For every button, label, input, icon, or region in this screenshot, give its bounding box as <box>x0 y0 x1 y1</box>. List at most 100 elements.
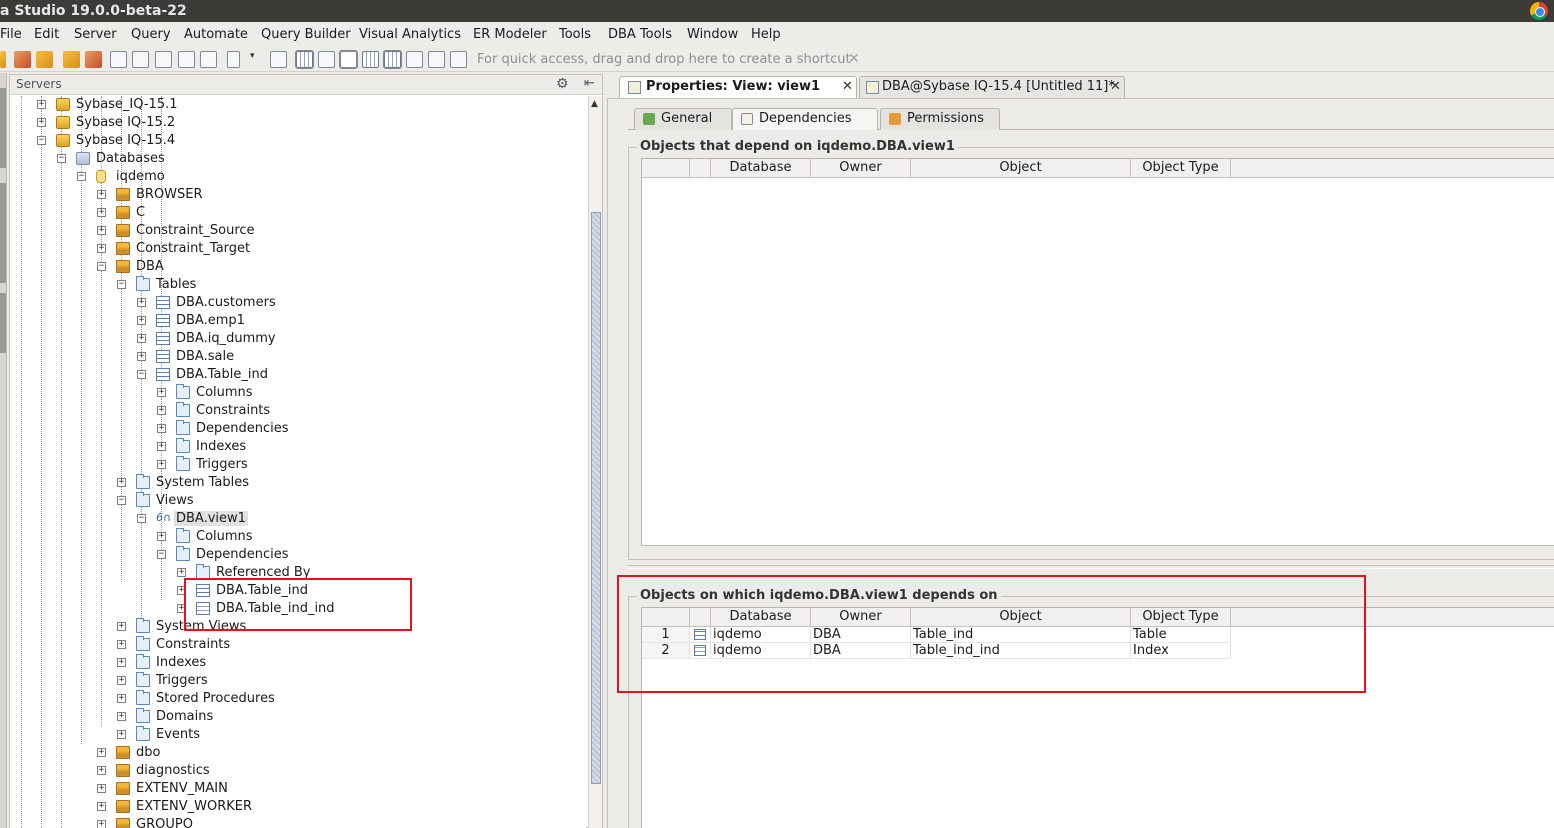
expand-icon[interactable]: + <box>137 298 146 307</box>
expand-icon[interactable]: + <box>97 226 106 235</box>
tree-node[interactable]: − Tables <box>117 276 570 295</box>
tab-permissions[interactable]: Permissions <box>880 108 1000 130</box>
tree-node[interactable]: − iqdemo <box>77 169 570 187</box>
depends-on-grid[interactable]: Database Owner Object Object Type 1 iqde… <box>641 607 1554 828</box>
expand-icon[interactable]: + <box>97 748 106 757</box>
table-view-icon[interactable] <box>362 51 379 68</box>
expand-icon[interactable]: + <box>117 658 126 667</box>
expand-icon[interactable]: + <box>117 712 126 721</box>
expand-icon[interactable]: + <box>97 766 106 775</box>
tab-general[interactable]: General <box>634 108 732 130</box>
expand-icon[interactable]: + <box>97 208 106 217</box>
tree-node[interactable]: − Sybase IQ-15.4 <box>37 133 570 151</box>
files-dock-tab[interactable] <box>0 293 6 353</box>
expand-icon[interactable]: + <box>117 694 126 703</box>
menu-dba-tools[interactable]: DBA Tools <box>608 27 672 42</box>
run-icon[interactable] <box>63 51 80 68</box>
tree-node[interactable]: + Constraint_Target <box>97 241 570 259</box>
tab-properties-view1[interactable]: Properties: View: view1 ✕ <box>619 76 857 98</box>
menu-edit[interactable]: Edit <box>34 27 59 42</box>
expand-icon[interactable]: + <box>157 406 166 415</box>
tree-node[interactable]: − Views <box>117 492 570 511</box>
document-icon[interactable] <box>227 51 240 68</box>
expand-icon[interactable]: + <box>97 820 106 828</box>
expand-icon[interactable]: + <box>177 568 186 577</box>
table-row[interactable]: 2 iqdemo DBA Table_ind_ind Index <box>642 643 1232 659</box>
expand-icon[interactable]: + <box>137 334 146 343</box>
menu-tools[interactable]: Tools <box>559 27 591 42</box>
menu-er-modeler[interactable]: ER Modeler <box>473 27 547 42</box>
replace-icon[interactable] <box>178 51 195 68</box>
menu-window[interactable]: Window <box>687 27 738 42</box>
column-owner[interactable]: Owner <box>811 159 911 178</box>
tree-node[interactable]: + DBA.sale <box>137 349 570 367</box>
menu-help[interactable]: Help <box>751 27 781 42</box>
menu-file[interactable]: File <box>0 27 22 42</box>
collapse-icon[interactable]: − <box>57 154 66 163</box>
expand-icon[interactable]: + <box>97 190 106 199</box>
quick-access-bar[interactable]: For quick access, drag and drop here to … <box>477 52 851 67</box>
dependents-grid[interactable]: Database Owner Object Object Type <box>641 158 1554 546</box>
tree-node[interactable]: + dbo <box>97 745 570 763</box>
tree-node[interactable]: + Triggers <box>157 456 570 475</box>
expand-icon[interactable]: + <box>157 532 166 541</box>
quick-access-close-icon[interactable]: ✕ <box>848 51 860 67</box>
tree-node[interactable]: + Sybase IQ-15.2 <box>37 115 570 133</box>
collapse-icon[interactable]: − <box>97 262 106 271</box>
expand-icon[interactable]: + <box>177 604 186 613</box>
tree-node[interactable]: − DBA <box>97 259 570 277</box>
expand-icon[interactable]: + <box>157 424 166 433</box>
expand-icon[interactable]: + <box>157 388 166 397</box>
menu-query[interactable]: Query <box>131 27 171 42</box>
tree-node[interactable]: − 6∩ DBA.view1 <box>137 511 570 529</box>
column-object[interactable]: Object <box>911 159 1131 178</box>
tree-node[interactable]: + DBA.Table_ind <box>177 583 570 601</box>
collapse-icon[interactable]: − <box>77 172 86 181</box>
tab-dependencies[interactable]: Dependencies <box>732 108 878 130</box>
collapse-icon[interactable]: − <box>117 496 126 505</box>
collapse-icon[interactable]: − <box>137 514 146 523</box>
dropdown-arrow-icon[interactable]: ▾ <box>250 51 260 68</box>
tab-sql-editor[interactable]: DBA@Sybase IQ-15.4 [Untitled 11]* ✕ <box>859 76 1125 98</box>
tree-node[interactable]: + Events <box>117 726 570 745</box>
tree-scrollbar[interactable]: ▲ <box>588 96 602 828</box>
tree-node[interactable]: + Stored Procedures <box>117 690 570 709</box>
chart-icon[interactable] <box>450 51 467 68</box>
tree-node[interactable]: + Columns <box>157 384 570 403</box>
tree-node[interactable]: + Dependencies <box>157 420 570 439</box>
find-next-icon[interactable] <box>132 51 149 68</box>
split-view-icon[interactable] <box>339 50 358 69</box>
tree-node[interactable]: + Sybase_IQ-15.1 <box>37 97 570 115</box>
layout-icon[interactable] <box>428 51 445 68</box>
print-icon[interactable] <box>200 51 217 68</box>
tree-node[interactable]: + Constraints <box>157 402 570 421</box>
collapse-icon[interactable]: − <box>37 136 46 145</box>
tree-node[interactable]: + DBA.Table_ind_ind <box>177 601 570 619</box>
tree-node[interactable]: + Columns <box>157 528 570 547</box>
menu-server[interactable]: Server <box>74 27 117 42</box>
tree-node[interactable]: + Indexes <box>157 438 570 457</box>
tree-node[interactable]: + System Views <box>117 618 570 637</box>
close-icon[interactable]: ✕ <box>842 77 853 97</box>
grid-view-icon[interactable] <box>295 50 314 69</box>
column-database[interactable]: Database <box>711 159 811 178</box>
expand-icon[interactable]: + <box>157 460 166 469</box>
tree-node[interactable]: + Referenced By <box>177 564 570 583</box>
expand-icon[interactable]: + <box>137 352 146 361</box>
splitter[interactable] <box>628 565 1554 569</box>
tree-node[interactable]: + DBA.customers <box>137 295 570 313</box>
tree-node[interactable]: + EXTENV_MAIN <box>97 781 570 799</box>
column-object-type[interactable]: Object Type <box>1131 159 1231 178</box>
chrome-icon[interactable] <box>1530 2 1548 20</box>
expand-icon[interactable]: + <box>117 640 126 649</box>
expand-icon[interactable]: + <box>117 622 126 631</box>
pivot-view-icon[interactable] <box>383 50 402 69</box>
expand-icon[interactable]: + <box>97 244 106 253</box>
tree-node[interactable]: + BROWSER <box>97 187 570 205</box>
collapse-icon[interactable]: − <box>157 550 166 559</box>
tree-node[interactable]: + GROUPO <box>97 817 570 828</box>
expand-icon[interactable]: + <box>117 676 126 685</box>
collapse-icon[interactable]: − <box>137 370 146 379</box>
expand-icon[interactable]: + <box>177 586 186 595</box>
gear-icon[interactable]: ⚙ <box>556 76 569 92</box>
